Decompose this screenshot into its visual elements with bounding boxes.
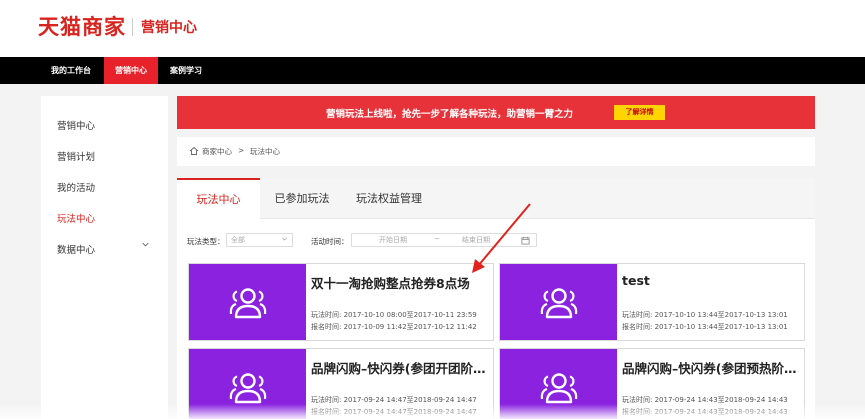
home-icon[interactable] bbox=[189, 146, 199, 156]
play-card[interactable]: 品牌闪购–快闪券(参团预热阶… 玩法时间: 2017-09-24 14:43至2… bbox=[499, 348, 805, 419]
topnav-item-case-study[interactable]: 案例学习 bbox=[162, 57, 210, 84]
group-users-icon bbox=[229, 288, 267, 319]
play-type-label: 玩法类型： bbox=[187, 237, 225, 246]
topnav-item-workbench[interactable]: 我的工作台 bbox=[43, 57, 99, 84]
activity-time-label: 活动时间： bbox=[311, 237, 349, 246]
card-thumbnail bbox=[189, 349, 306, 419]
card-play-time: 玩法时间: 2017-09-24 14:47至2018-09-24 14:47 bbox=[311, 396, 477, 404]
top-nav: 我的工作台 营销中心 案例学习 bbox=[0, 57, 865, 84]
card-play-time: 玩法时间: 2017-10-10 13:44至2017-10-13 13:01 bbox=[622, 311, 788, 319]
card-play-time: 玩法时间: 2017-10-10 08:00至2017-10-11 23:59 bbox=[311, 311, 477, 319]
sidebar: 营销中心 营销计划 我的活动 玩法中心 数据中心 bbox=[41, 96, 168, 419]
end-date-input[interactable]: 结束日期 bbox=[462, 235, 490, 245]
sidebar-item-my-activities[interactable]: 我的活动 bbox=[57, 180, 95, 194]
group-users-icon bbox=[540, 373, 578, 404]
sidebar-item-data-center[interactable]: 数据中心 bbox=[57, 242, 95, 256]
sidebar-item-play-center[interactable]: 玩法中心 bbox=[57, 211, 95, 225]
brand-header: 天猫商家 营销中心 bbox=[0, 0, 865, 57]
play-card[interactable]: 双十一淘抢购整点抢券8点场 玩法时间: 2017-10-10 08:00至201… bbox=[188, 263, 494, 341]
card-signup-time: 报名时间: 2017-10-10 13:44至2017-10-13 13:01 bbox=[622, 323, 788, 331]
sidebar-item-marketing-center[interactable]: 营销中心 bbox=[57, 118, 95, 132]
card-signup-time: 报名时间: 2017-09-24 14:47至2018-09-24 14:47 bbox=[311, 408, 477, 416]
breadcrumb-separator: > bbox=[238, 146, 245, 155]
play-type-select[interactable]: 全部 bbox=[226, 233, 293, 247]
topnav-item-marketing-center[interactable]: 营销中心 bbox=[104, 57, 158, 84]
tab-bar: 玩法中心 已参加玩法 玩法权益管理 bbox=[177, 178, 815, 220]
play-type-value: 全部 bbox=[231, 236, 245, 244]
date-range-separator: ~ bbox=[434, 235, 440, 243]
tmall-merchant-logo[interactable]: 天猫商家 bbox=[38, 11, 126, 41]
card-title: test bbox=[622, 273, 650, 288]
banner-text: 营销玩法上线啦，抢先一步了解各种玩法，助营销一臂之力 bbox=[326, 109, 574, 120]
play-card[interactable]: 品牌闪购–快闪券(参团开团阶… 玩法时间: 2017-09-24 14:47至2… bbox=[188, 348, 494, 419]
calendar-icon[interactable] bbox=[521, 236, 530, 245]
card-signup-time: 报名时间: 2017-10-09 11:42至2017-10-12 11:42 bbox=[311, 323, 477, 331]
chevron-down-icon bbox=[282, 237, 287, 241]
date-range-picker[interactable]: 开始日期 ~ 结束日期 bbox=[351, 233, 537, 247]
group-users-icon bbox=[229, 373, 267, 404]
promo-banner: 营销玩法上线啦，抢先一步了解各种玩法，助营销一臂之力 了解详情 bbox=[177, 96, 815, 129]
breadcrumb-merchant-center[interactable]: 商家中心 bbox=[202, 146, 232, 157]
card-thumbnail bbox=[500, 264, 617, 340]
tab-play-center[interactable]: 玩法中心 bbox=[177, 178, 260, 220]
chevron-down-icon[interactable] bbox=[142, 242, 149, 247]
tab-play-rights-management[interactable]: 玩法权益管理 bbox=[343, 178, 435, 219]
header-subtitle: 营销中心 bbox=[141, 20, 197, 36]
breadcrumb: 商家中心 > 玩法中心 bbox=[177, 137, 815, 166]
card-play-time: 玩法时间: 2017-09-24 14:43至2018-09-24 14:43 bbox=[622, 396, 788, 404]
card-title: 双十一淘抢购整点抢券8点场 bbox=[311, 276, 470, 291]
group-users-icon bbox=[540, 288, 578, 319]
play-card[interactable]: test 玩法时间: 2017-10-10 13:44至2017-10-13 1… bbox=[499, 263, 805, 341]
breadcrumb-play-center: 玩法中心 bbox=[250, 147, 280, 156]
tab-joined-plays[interactable]: 已参加玩法 bbox=[263, 178, 341, 219]
card-title: 品牌闪购–快闪券(参团预热阶… bbox=[622, 361, 797, 376]
card-title: 品牌闪购–快闪券(参团开团阶… bbox=[311, 361, 486, 376]
card-thumbnail bbox=[500, 349, 617, 419]
card-signup-time: 报名时间: 2017-09-24 14:43至2018-09-24 14:43 bbox=[622, 408, 788, 416]
header-divider bbox=[132, 18, 133, 36]
start-date-input[interactable]: 开始日期 bbox=[379, 235, 407, 245]
learn-more-button[interactable]: 了解详情 bbox=[614, 105, 665, 120]
sidebar-item-marketing-plan[interactable]: 营销计划 bbox=[57, 149, 95, 163]
card-thumbnail bbox=[189, 264, 306, 340]
